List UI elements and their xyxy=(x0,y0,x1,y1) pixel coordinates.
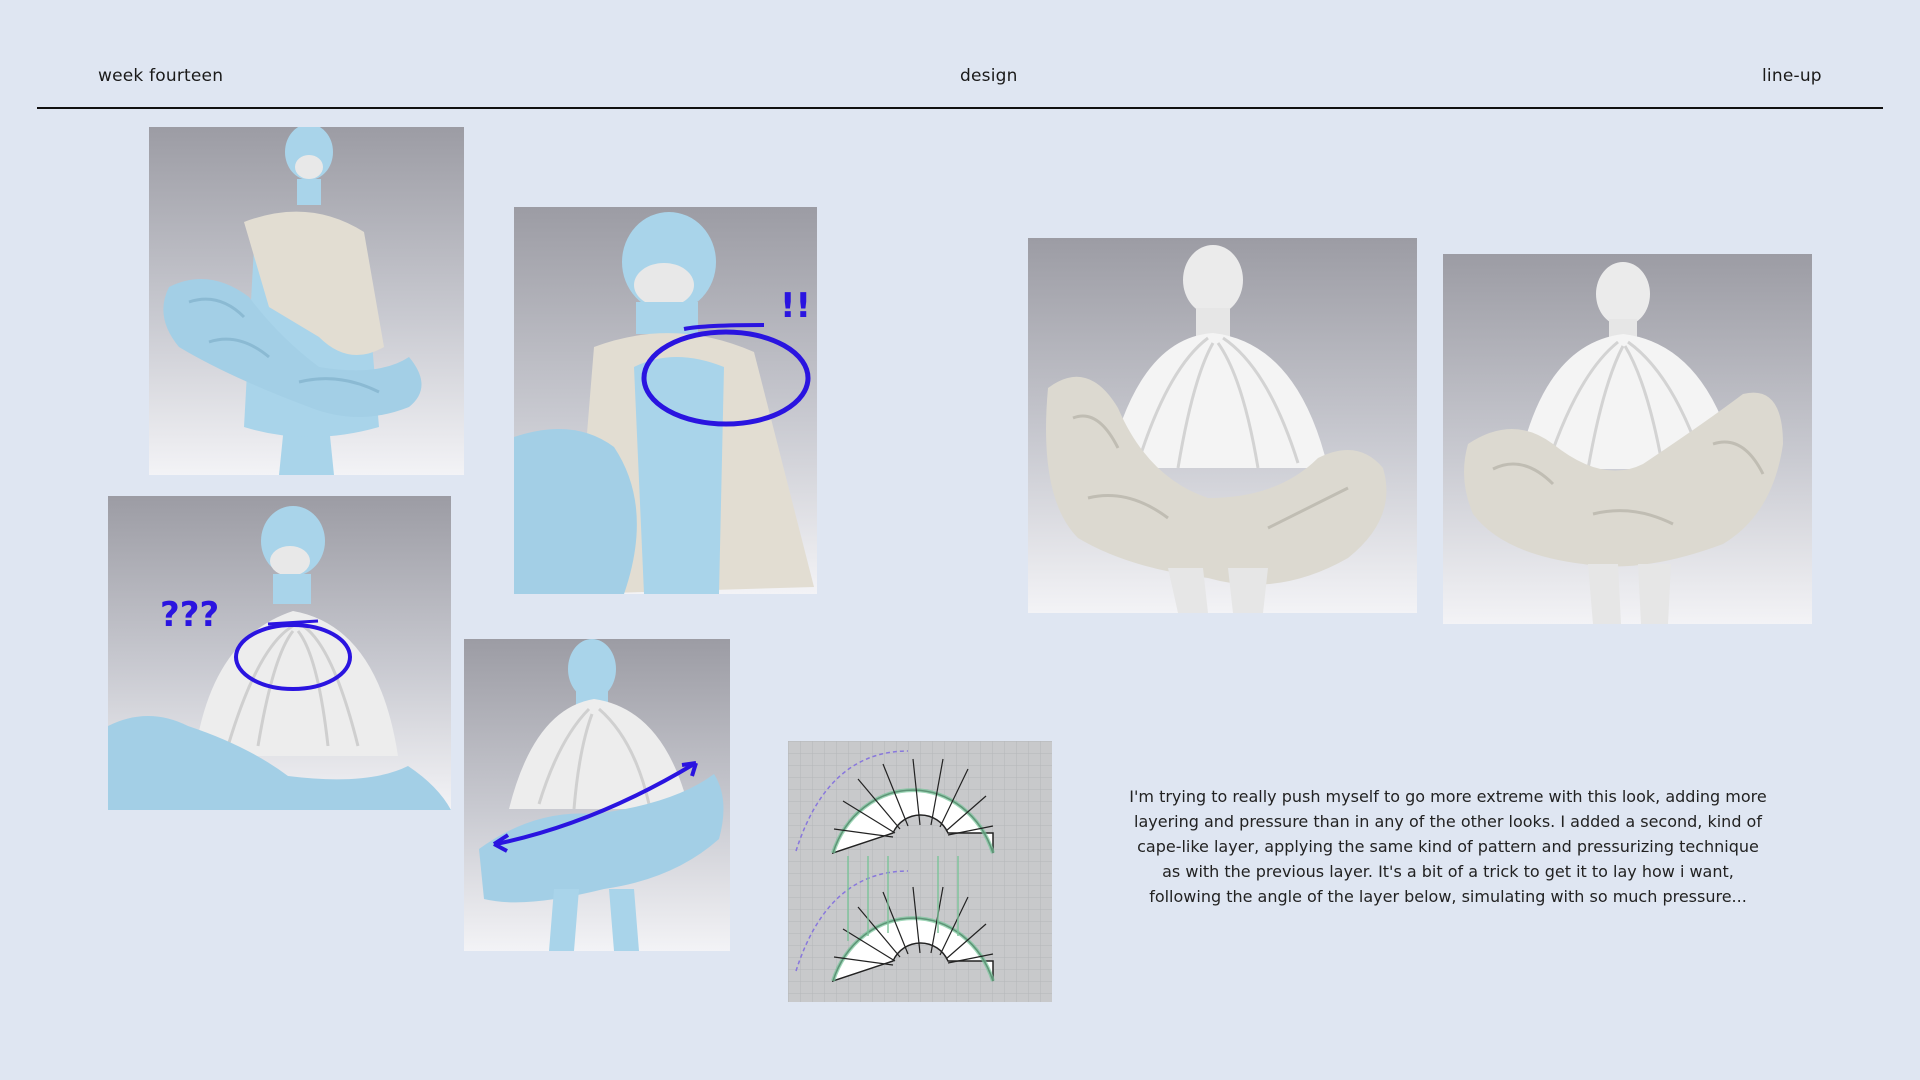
annotation-exclaim: !! xyxy=(780,286,811,326)
design-notes-paragraph: I'm trying to really push myself to go m… xyxy=(1129,787,1767,906)
render-front-blue-beige xyxy=(149,127,464,475)
render-front-white-illustration xyxy=(1046,245,1387,613)
annotation-question: ??? xyxy=(160,595,219,635)
render-front-white xyxy=(1028,238,1417,613)
pattern-pieces-illustration xyxy=(788,741,1052,1002)
render-front-white-cape-illustration: ??? xyxy=(108,506,451,810)
header-section-label: design xyxy=(960,66,1018,86)
header-lineup-label: line-up xyxy=(1762,66,1822,86)
render-closeup-shoulder-illustration: !! xyxy=(514,212,814,594)
render-front-white-cape: ??? xyxy=(108,496,451,810)
header-week-label: week fourteen xyxy=(98,66,224,86)
render-back-white-illustration xyxy=(1464,262,1783,624)
header-divider xyxy=(37,107,1883,109)
render-front-blue-beige-illustration xyxy=(163,127,422,475)
render-back-blue xyxy=(464,639,730,951)
render-back-blue-illustration xyxy=(479,639,724,951)
render-back-white xyxy=(1443,254,1812,624)
pattern-pieces xyxy=(788,741,1052,1002)
render-closeup-shoulder: !! xyxy=(514,207,817,594)
